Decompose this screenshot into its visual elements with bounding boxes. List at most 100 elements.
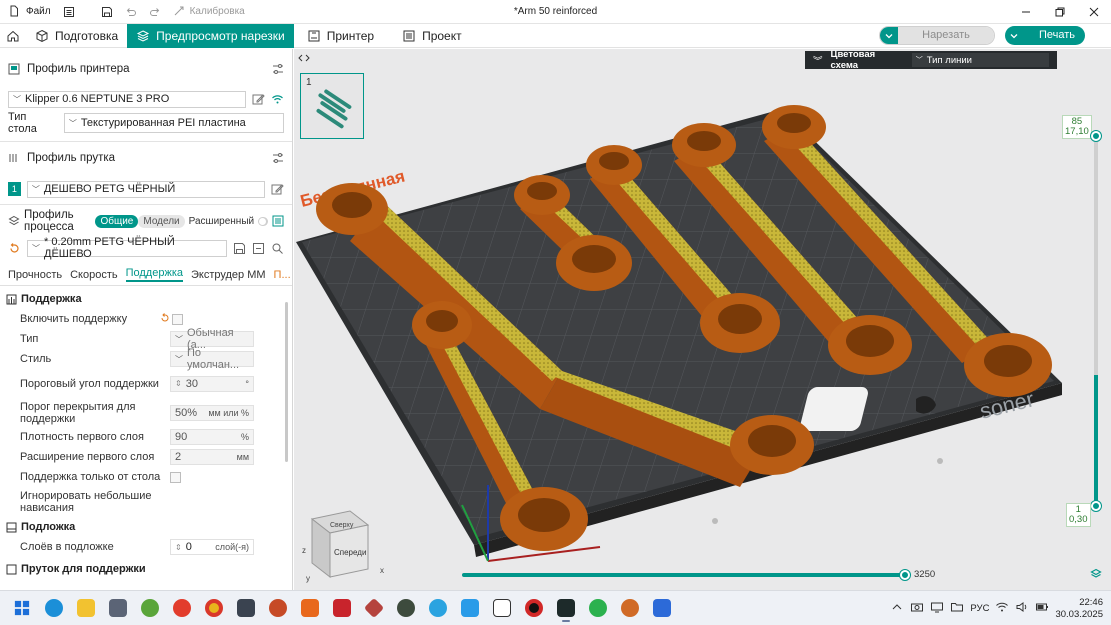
slicer-alt-icon[interactable]: [614, 592, 646, 624]
subtab-strength[interactable]: Прочность: [8, 269, 62, 281]
print-dropdown-icon[interactable]: [1005, 26, 1023, 45]
collapse-chevron-icon[interactable]: ︾: [813, 53, 823, 67]
slicer-app-icon[interactable]: [262, 592, 294, 624]
start-button[interactable]: [6, 592, 38, 624]
file-menu[interactable]: Файл: [0, 0, 57, 24]
chevron-up-icon[interactable]: [890, 600, 904, 617]
compare-icon[interactable]: [272, 215, 284, 228]
notepad-icon[interactable]: [646, 592, 678, 624]
first-layer-expansion-unit: мм: [236, 452, 249, 462]
support-style-select[interactable]: ﹀ По умолчан...: [170, 347, 254, 371]
stepper-icon[interactable]: ⇕: [175, 379, 182, 388]
subtab-speed[interactable]: Скорость: [70, 269, 118, 281]
plate-thumbnail[interactable]: 1: [300, 73, 364, 139]
search-icon[interactable]: [271, 242, 284, 255]
printer-settings-icon[interactable]: [272, 63, 284, 78]
camera-tray-icon[interactable]: [910, 600, 924, 617]
tab-slice-preview[interactable]: Предпросмотр нарезки: [127, 23, 294, 48]
chrome-icon[interactable]: [198, 592, 230, 624]
layer-slider-bottom-knob[interactable]: [1091, 501, 1101, 511]
clock[interactable]: 22:46 30.03.2025: [1055, 597, 1103, 621]
redo-icon[interactable]: [143, 0, 167, 24]
calculator-icon[interactable]: [230, 592, 262, 624]
move-slider[interactable]: [462, 573, 906, 577]
eye-app-icon[interactable]: [390, 592, 422, 624]
cad-app-icon[interactable]: [358, 592, 390, 624]
color-scheme-select[interactable]: ﹀ Тип линии: [911, 53, 1049, 67]
collapse-sidebar-icon[interactable]: [297, 51, 311, 65]
view-cube[interactable]: Сверху Спереди z y x: [302, 510, 384, 583]
subtab-other[interactable]: П...: [274, 269, 291, 281]
mode-models-pill[interactable]: Модели: [138, 214, 185, 228]
volume-icon[interactable]: [1015, 600, 1029, 617]
filament-settings-icon[interactable]: [272, 152, 284, 167]
tab-prepare[interactable]: Подготовка: [26, 24, 127, 48]
tab-project[interactable]: Проект: [393, 24, 471, 48]
print-button[interactable]: Печать: [1005, 26, 1085, 45]
layer-slider-top-knob[interactable]: [1091, 131, 1101, 141]
minimize-button[interactable]: [1009, 0, 1043, 24]
folder-tray-icon[interactable]: [950, 600, 964, 617]
first-layer-expansion-input[interactable]: 2 мм: [170, 449, 254, 465]
process-preset-select[interactable]: ﹀ * 0.20mm PETG ЧЁРНЫЙ ДЁШЕВО: [27, 236, 227, 260]
camera-app-icon[interactable]: [102, 592, 134, 624]
mode-general-pill[interactable]: Общие: [95, 214, 139, 228]
battery-icon[interactable]: [1035, 600, 1049, 617]
support-type-label: Тип: [20, 333, 39, 345]
document-icon[interactable]: [486, 592, 518, 624]
preview-viewport[interactable]: Безымянная soner: [294, 49, 1111, 590]
edit-filament-icon[interactable]: [271, 183, 284, 196]
move-slider-knob[interactable]: [900, 570, 910, 580]
home-button[interactable]: [0, 24, 26, 48]
edit-printer-icon[interactable]: [252, 93, 265, 106]
scene-canvas[interactable]: Безымянная soner: [294, 49, 1111, 590]
subtab-support[interactable]: Поддержка: [125, 267, 183, 282]
restore-button[interactable]: [1043, 0, 1077, 24]
first-layer-density-input[interactable]: 90 %: [170, 429, 254, 445]
undo-icon[interactable]: [119, 0, 143, 24]
layers-toggle-icon[interactable]: [1090, 568, 1102, 580]
raft-layers-input[interactable]: ⇕ 0 слой(-я): [170, 539, 254, 555]
bed-type-select[interactable]: ﹀ Текстурированная PEI пластина: [63, 113, 284, 133]
printer-select[interactable]: ﹀ Klipper 0.6 NEPTUNE 3 PRO: [8, 90, 246, 108]
menu-icon[interactable]: [57, 0, 81, 24]
calibration-menu[interactable]: Калибровка: [167, 0, 251, 24]
display-tray-icon[interactable]: [930, 600, 944, 617]
orca-slicer-taskbar-icon[interactable]: [550, 592, 582, 624]
tab-printer[interactable]: Принтер: [298, 24, 383, 48]
record-icon[interactable]: [518, 592, 550, 624]
close-button[interactable]: [1077, 0, 1111, 24]
reset-value-icon[interactable]: [160, 313, 170, 323]
settings-scrollbar[interactable]: [285, 302, 288, 462]
chevron-down-icon: ﹀: [915, 57, 923, 64]
filament-slot-badge[interactable]: 1: [8, 182, 21, 196]
filament-select[interactable]: ﹀ ДЕШЕВО PETG ЧЁРНЫЙ: [26, 180, 265, 198]
store-icon[interactable]: [454, 592, 486, 624]
language-indicator[interactable]: РУС: [970, 603, 989, 614]
yandex-browser-icon[interactable]: [166, 592, 198, 624]
wifi-icon[interactable]: [271, 93, 284, 106]
threshold-angle-input[interactable]: ⇕ 30 °: [170, 375, 254, 392]
edge-browser-icon[interactable]: [38, 592, 70, 624]
slice-dropdown-icon[interactable]: [880, 27, 898, 44]
stepper-icon[interactable]: ⇕: [175, 543, 182, 552]
slice-plate-button[interactable]: Нарезать стол: [879, 26, 995, 45]
collapse-preset-icon[interactable]: [252, 242, 265, 255]
enable-support-checkbox[interactable]: [172, 313, 183, 325]
support-type-select[interactable]: ﹀ Обычная (а...: [170, 327, 254, 351]
fusion-app-icon[interactable]: [294, 592, 326, 624]
subtab-multimaterial[interactable]: Экструдер ММ: [191, 269, 266, 281]
torrent-icon[interactable]: [134, 592, 166, 624]
whatsapp-icon[interactable]: [582, 592, 614, 624]
solidworks-icon[interactable]: [326, 592, 358, 624]
wifi-tray-icon[interactable]: [995, 600, 1009, 617]
telegram-icon[interactable]: [422, 592, 454, 624]
save-icon[interactable]: [95, 0, 119, 24]
overlap-threshold-input[interactable]: 50% мм или %: [170, 404, 254, 421]
reset-icon[interactable]: [8, 242, 21, 255]
on-build-plate-checkbox[interactable]: [170, 471, 181, 483]
save-preset-icon[interactable]: [233, 242, 246, 255]
process-subtabs: Прочность Скорость Поддержка Экструдер М…: [0, 264, 292, 286]
advanced-toggle[interactable]: [258, 216, 268, 226]
file-explorer-icon[interactable]: [70, 592, 102, 624]
